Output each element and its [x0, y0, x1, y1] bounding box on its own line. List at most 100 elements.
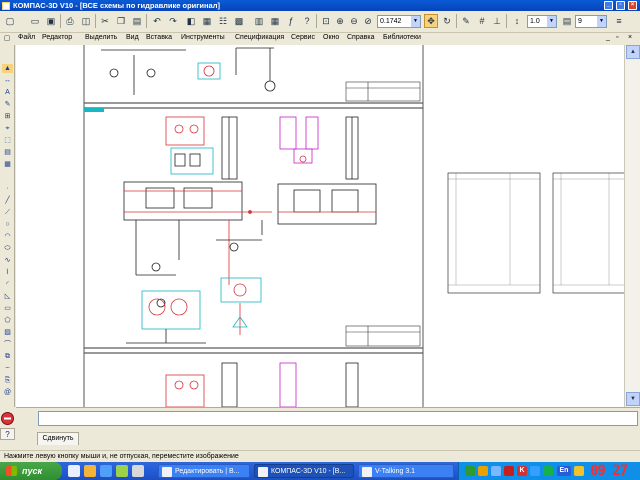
- menu-tools[interactable]: Инструменты: [181, 34, 225, 41]
- spline-icon[interactable]: ∿: [2, 256, 13, 265]
- pan-icon[interactable]: ✥: [424, 14, 438, 28]
- select-icon[interactable]: ⬚: [2, 136, 13, 145]
- open-icon[interactable]: ▭: [28, 14, 42, 28]
- snap-icon[interactable]: ✎: [459, 14, 473, 28]
- copy-icon[interactable]: ❐: [114, 14, 128, 28]
- arc-icon[interactable]: ◠: [2, 232, 13, 241]
- task-vtalking[interactable]: V-Talking 3.1: [358, 464, 454, 478]
- doc-restore-button[interactable]: ▫: [616, 34, 618, 41]
- app-quick-icon[interactable]: [132, 465, 144, 477]
- menu-file[interactable]: Файл: [18, 34, 35, 41]
- doc-minimize-button[interactable]: _: [606, 34, 610, 41]
- browser-icon[interactable]: [100, 465, 112, 477]
- print-icon[interactable]: ⎙: [63, 14, 77, 28]
- scroll-down-button[interactable]: ▼: [626, 392, 640, 406]
- dimensions-icon[interactable]: ↔: [2, 76, 13, 85]
- menu-view[interactable]: Вид: [126, 34, 139, 41]
- settings-icon[interactable]: ≡: [612, 14, 626, 28]
- tray-misc-icon[interactable]: [574, 466, 584, 476]
- copy-objects-icon[interactable]: ⎘: [2, 376, 13, 385]
- menu-editor[interactable]: Редактор: [42, 34, 72, 41]
- tray-antivirus-icon[interactable]: [504, 466, 514, 476]
- zoom-scale-icon[interactable]: ⊘: [361, 14, 375, 28]
- tray-volume-icon[interactable]: [530, 466, 540, 476]
- offset-icon[interactable]: ⧉: [2, 352, 13, 361]
- parametrize-icon[interactable]: ⊞: [2, 112, 13, 121]
- layer-combo[interactable]: 9 ▼: [575, 15, 607, 28]
- menu-libraries[interactable]: Библиотеки: [383, 34, 421, 41]
- step-icon[interactable]: ↕: [510, 14, 524, 28]
- help-button[interactable]: ?: [0, 428, 15, 440]
- media-icon[interactable]: [116, 465, 128, 477]
- chamfer-icon[interactable]: ◺: [2, 292, 13, 301]
- geometry-icon[interactable]: ▲: [2, 64, 13, 73]
- menu-insert[interactable]: Вставка: [146, 34, 172, 41]
- tree-icon[interactable]: ☷: [216, 14, 230, 28]
- tray-network-icon[interactable]: [491, 466, 501, 476]
- restore-button[interactable]: ▫: [616, 1, 625, 10]
- vertical-scrollbar[interactable]: ▲ ▼: [624, 45, 640, 407]
- scroll-up-button[interactable]: ▲: [626, 45, 640, 59]
- redo-icon[interactable]: ↷: [166, 14, 180, 28]
- undo-icon[interactable]: ↶: [150, 14, 164, 28]
- circle-icon[interactable]: ○: [2, 220, 13, 229]
- hatch-icon[interactable]: ▨: [2, 328, 13, 337]
- document-icon[interactable]: ▢: [2, 32, 12, 44]
- edit-icon[interactable]: ✎: [2, 100, 13, 109]
- tray-app-icon[interactable]: [465, 466, 475, 476]
- ellipse-icon[interactable]: ⬭: [2, 244, 13, 253]
- fillet-icon[interactable]: ◜: [2, 280, 13, 289]
- line-icon[interactable]: ╱: [2, 196, 13, 205]
- tray-k-icon[interactable]: K: [517, 466, 527, 476]
- zoom-fit-icon[interactable]: ⊡: [319, 14, 333, 28]
- point-icon[interactable]: ·: [2, 184, 13, 193]
- cut-icon[interactable]: ✂: [98, 14, 112, 28]
- grid-icon[interactable]: #: [475, 14, 489, 28]
- library-icon[interactable]: ▥: [252, 14, 266, 28]
- folder-icon[interactable]: [84, 465, 96, 477]
- help-icon[interactable]: ?: [300, 14, 314, 28]
- doc-close-button[interactable]: ×: [628, 34, 632, 41]
- start-button[interactable]: пуск: [0, 462, 62, 480]
- zoom-in-icon[interactable]: ⊕: [333, 14, 347, 28]
- refresh-icon[interactable]: ↻: [440, 14, 454, 28]
- close-button[interactable]: ×: [628, 1, 637, 10]
- ortho-icon[interactable]: ⊥: [490, 14, 504, 28]
- property-field[interactable]: [38, 411, 638, 426]
- language-indicator[interactable]: En: [557, 466, 571, 476]
- measure-icon[interactable]: ⌖: [2, 124, 13, 133]
- step-combo[interactable]: 1.0 ▼: [527, 15, 557, 28]
- variables-icon[interactable]: ▩: [232, 14, 246, 28]
- contour-icon[interactable]: ⌒: [2, 340, 13, 349]
- task-edit[interactable]: Редактировать | В...: [158, 464, 250, 478]
- spiral-icon[interactable]: @: [2, 388, 13, 397]
- polygon-icon[interactable]: ⬠: [2, 316, 13, 325]
- tab-shift[interactable]: Сдвинуть: [37, 432, 79, 445]
- task-kompas[interactable]: КОМПАС-3D V10 - [В...: [254, 464, 354, 478]
- paste-icon[interactable]: ▤: [130, 14, 144, 28]
- aux-line-icon[interactable]: ┄: [2, 364, 13, 373]
- notation-icon[interactable]: A: [2, 88, 13, 97]
- menu-service[interactable]: Сервис: [291, 34, 315, 41]
- menu-select[interactable]: Выделить: [85, 34, 117, 41]
- chevron-down-icon[interactable]: ▼: [411, 16, 420, 27]
- zoom-out-icon[interactable]: ⊖: [347, 14, 361, 28]
- menu-specification[interactable]: Спецификация: [235, 34, 284, 41]
- segment-icon[interactable]: ⟋: [2, 208, 13, 217]
- zoom-scale-combo[interactable]: 0.1742 ▼: [377, 15, 421, 28]
- spec-icon[interactable]: ▤: [2, 148, 13, 157]
- rectangle-icon[interactable]: ▭: [2, 304, 13, 313]
- stop-icon[interactable]: [0, 411, 15, 426]
- save-icon[interactable]: ▣: [44, 14, 58, 28]
- menu-help[interactable]: Справка: [347, 34, 374, 41]
- menu-window[interactable]: Окно: [323, 34, 339, 41]
- function-icon[interactable]: ƒ: [284, 14, 298, 28]
- layers-icon[interactable]: ▦: [200, 14, 214, 28]
- minimize-button[interactable]: _: [604, 1, 613, 10]
- properties-icon[interactable]: ◧: [184, 14, 198, 28]
- desktop-icon[interactable]: [68, 465, 80, 477]
- tray-shield-icon[interactable]: [478, 466, 488, 476]
- new-document-icon[interactable]: ▢: [3, 14, 17, 28]
- chevron-down-icon[interactable]: ▼: [547, 16, 556, 27]
- drawing-canvas[interactable]: [16, 45, 624, 407]
